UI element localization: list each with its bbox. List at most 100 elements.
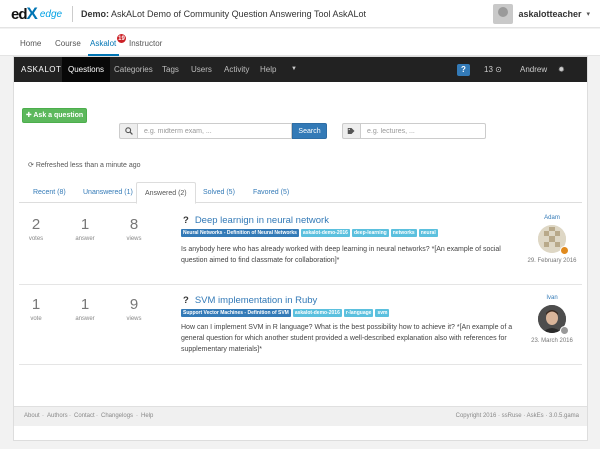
course-title: Demo: AskALot Demo of Community Question…: [81, 9, 366, 19]
score-value: 13: [484, 65, 493, 74]
question-mark-icon: ?: [183, 215, 189, 226]
answers-count: 1 answer: [70, 216, 100, 243]
logo-divider: [72, 6, 73, 22]
tab-home[interactable]: Home: [20, 39, 41, 48]
footer-separator: ·: [69, 413, 71, 419]
askalot-navbar: ASKALOT Questions Categories Tags Users …: [14, 57, 587, 82]
nav-categories[interactable]: Categories: [108, 57, 159, 82]
tab-answered[interactable]: Answered (2): [136, 182, 196, 204]
votes-number: 1: [31, 296, 41, 313]
askalot-footer: About · Authors · Contact · Changelogs ·…: [14, 406, 587, 426]
question-title-text: Deep learnign in neural network: [194, 215, 329, 226]
question-tags: Support Vector Machines - Definition of …: [181, 309, 390, 317]
footer-about[interactable]: About: [24, 413, 40, 419]
refresh-icon: ⟳: [28, 162, 34, 169]
votes-label: votes: [28, 236, 44, 242]
question-title-text: SVM implementation in Ruby: [194, 295, 318, 306]
question-excerpt: How can I implement SVM in R language? W…: [181, 324, 513, 353]
votes-count: 1 vote: [21, 296, 51, 323]
askalot-container: ASKALOT Questions Categories Tags Users …: [13, 56, 588, 441]
plus-icon: ✚: [25, 112, 32, 119]
votes-label: vote: [30, 316, 42, 322]
edx-header: ed Xedge Demo: AskALot Demo of Community …: [0, 0, 600, 28]
question-filter-tabs: Recent (8) Unanswered (1) Answered (2) S…: [19, 182, 582, 204]
tab-course[interactable]: Course: [55, 39, 81, 48]
author-name[interactable]: Ivan: [522, 295, 582, 301]
askalot-brand[interactable]: ASKALOT: [21, 65, 61, 74]
tab-unanswered[interactable]: Unanswered (1): [75, 182, 141, 203]
notification-badge[interactable]: 19: [116, 33, 127, 44]
row-divider: [19, 364, 582, 365]
caret-down-icon[interactable]: ▾: [586, 10, 590, 18]
tab-favored[interactable]: Favored (5): [245, 182, 297, 203]
search-button[interactable]: Search: [292, 123, 327, 139]
tag[interactable]: askalot-demo-2016: [300, 229, 350, 237]
author-status-badge: [560, 246, 569, 255]
views-count: 9 views: [119, 297, 149, 323]
question-mark-icon: ?: [183, 295, 189, 306]
footer-authors[interactable]: Authors: [47, 413, 68, 419]
gear-icon[interactable]: ✹: [558, 57, 565, 82]
nav-users[interactable]: Users: [185, 57, 218, 82]
user-avatar: [493, 4, 514, 24]
tag[interactable]: networks: [390, 229, 417, 237]
tab-solved[interactable]: Solved (5): [195, 182, 243, 203]
votes-number: 2: [31, 216, 41, 233]
search-form: Search: [119, 123, 327, 139]
tags-input[interactable]: [360, 123, 486, 139]
question-author[interactable]: Adam 29. February 2016: [522, 215, 582, 275]
help-dropdown-caret-icon[interactable]: ▼: [291, 57, 297, 82]
tag[interactable]: svm: [375, 309, 390, 317]
search-icon: [119, 123, 137, 139]
tag[interactable]: deep-learning: [351, 229, 389, 237]
tab-recent[interactable]: Recent (8): [25, 182, 74, 203]
nav-user[interactable]: Andrew: [520, 57, 547, 82]
question-author[interactable]: Ivan 23. March 2016: [522, 295, 582, 355]
author-name[interactable]: Adam: [522, 215, 582, 221]
ask-question-button[interactable]: ✚ Ask a question: [22, 108, 87, 123]
nav-help[interactable]: Help: [254, 57, 282, 82]
views-label: views: [126, 236, 142, 242]
edx-logo[interactable]: ed Xedge: [11, 4, 63, 23]
search-input[interactable]: [137, 123, 292, 139]
question-tags: Neural Networks - Definition of Neural N…: [181, 229, 438, 237]
question-excerpt: Is anybody here who has already worked w…: [181, 246, 501, 264]
answers-label: answer: [75, 236, 95, 242]
course-prefix: Demo:: [81, 9, 110, 19]
answers-number: 1: [80, 216, 90, 233]
footer-separator: ·: [96, 413, 98, 419]
tag[interactable]: r-language: [343, 309, 374, 317]
tab-instructor[interactable]: Instructor: [129, 39, 162, 48]
footer-help[interactable]: Help: [141, 413, 153, 419]
tags-icon: [342, 123, 360, 139]
user-menu[interactable]: askalotteacher ▾: [493, 4, 590, 24]
refresh-text: Refreshed less than a minute ago: [35, 162, 141, 169]
category-tag[interactable]: Neural Networks - Definition of Neural N…: [181, 229, 299, 237]
footer-separator: ·: [42, 413, 44, 419]
footer-contact[interactable]: Contact: [74, 413, 95, 419]
logo-edge-text: edge: [39, 8, 63, 20]
score-counter[interactable]: 13 ⊙: [484, 57, 502, 82]
question-date: 23. March 2016: [531, 338, 573, 344]
votes-count: 2 votes: [21, 216, 51, 243]
question-title[interactable]: ? SVM implementation in Ruby: [183, 295, 317, 306]
category-tag[interactable]: Support Vector Machines - Definition of …: [181, 309, 291, 317]
course-title-text: AskALot Demo of Community Question Answe…: [111, 9, 366, 19]
nav-tags[interactable]: Tags: [156, 57, 185, 82]
tab-askalot[interactable]: Askalot: [90, 39, 116, 48]
tag[interactable]: neural: [418, 229, 438, 237]
views-label: views: [126, 316, 142, 322]
views-count: 8 views: [119, 216, 149, 243]
refresh-status[interactable]: ⟳ Refreshed less than a minute ago: [28, 161, 141, 169]
footer-changelogs[interactable]: Changelogs: [101, 413, 133, 419]
logo-x-text: X: [26, 4, 38, 23]
ask-question-label: Ask a question: [33, 112, 84, 119]
question-title[interactable]: ? Deep learnign in neural network: [183, 215, 329, 226]
nav-activity[interactable]: Activity: [218, 57, 255, 82]
nav-questions[interactable]: Questions: [62, 57, 111, 82]
views-number: 8: [129, 216, 139, 233]
answers-count: 1 answer: [70, 297, 100, 323]
tag[interactable]: askalot-demo-2016: [292, 309, 342, 317]
author-status-badge: [560, 326, 569, 335]
question-help-icon[interactable]: ?: [457, 64, 470, 76]
